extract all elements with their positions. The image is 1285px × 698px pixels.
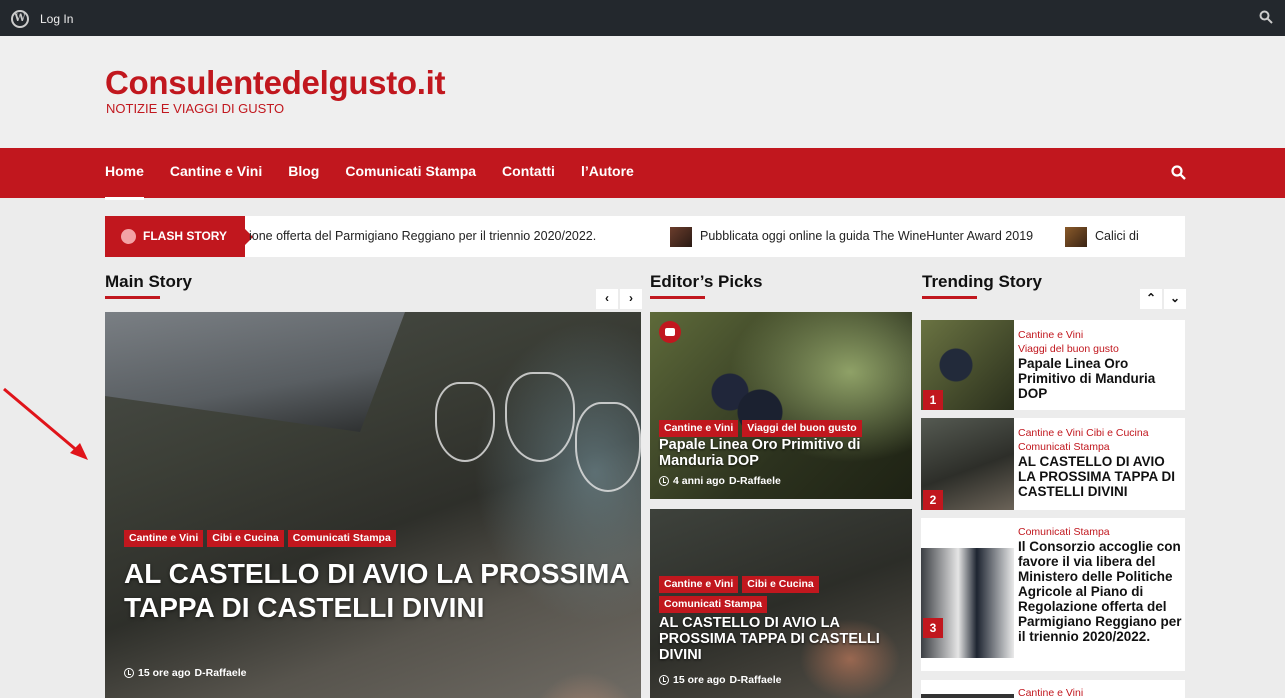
site-tagline: NOTIZIE E VIAGGI DI GUSTO bbox=[106, 101, 285, 116]
pick-title[interactable]: AL CASTELLO DI AVIO LA PROSSIMA TAPPA DI… bbox=[659, 615, 909, 663]
trending-title[interactable]: Papale Linea Oro Primitivo di Manduria D… bbox=[1018, 356, 1183, 401]
category-tag[interactable]: Comunicati Stampa bbox=[287, 530, 396, 547]
trending-thumbnail bbox=[921, 548, 1014, 658]
wine-glass-shape bbox=[505, 372, 575, 462]
clock-icon bbox=[659, 675, 669, 685]
trending-item[interactable]: Cantine e Vini bbox=[921, 680, 1185, 698]
main-story-arrows: ‹ › bbox=[594, 289, 642, 309]
ticker-item[interactable]: Calici di bbox=[1065, 216, 1139, 257]
clock-icon bbox=[124, 668, 134, 678]
chevron-up-icon[interactable]: ⌃ bbox=[1140, 289, 1162, 309]
category-tag[interactable]: Cantine e Vini bbox=[124, 530, 204, 547]
category-tag[interactable]: Cantine e Vini bbox=[659, 576, 739, 593]
main-story-title[interactable]: AL CASTELLO DI AVIO LA PROSSIMA TAPPA DI… bbox=[124, 557, 634, 625]
search-icon[interactable] bbox=[1171, 165, 1186, 185]
ticker-thumbnail bbox=[670, 226, 692, 247]
main-story-card[interactable]: Cantine e Vini Cibi e Cucina Comunicati … bbox=[105, 312, 641, 698]
login-link[interactable]: Log In bbox=[40, 12, 73, 26]
site-title[interactable]: Consulentedelgusto.it bbox=[105, 64, 446, 102]
wine-glass-shape bbox=[575, 402, 641, 492]
category-link[interactable]: Viaggi del buon gusto bbox=[1018, 342, 1183, 356]
category-link[interactable]: Cantine e Vini bbox=[1018, 686, 1183, 698]
story-tags: Cantine e Vini Cibi e Cucina Comunicati … bbox=[659, 576, 909, 616]
story-meta: 15 ore ago D-Raffaele bbox=[124, 667, 246, 679]
search-icon[interactable] bbox=[1259, 10, 1273, 29]
flash-story-ticker: FLASH STORY ione offerta del Parmigiano … bbox=[105, 216, 1185, 257]
trending-rank: 2 bbox=[923, 490, 943, 510]
nav-item-autore[interactable]: l’Autore bbox=[581, 148, 634, 198]
category-link[interactable]: Cibi e Cucina bbox=[1086, 427, 1148, 439]
category-link[interactable]: Comunicati Stampa bbox=[1018, 525, 1183, 539]
category-link[interactable]: Comunicati Stampa bbox=[1018, 440, 1183, 454]
author-link[interactable]: D-Raffaele bbox=[729, 475, 781, 487]
trending-text: Cantine e Vini Viaggi del buon gusto Pap… bbox=[1018, 328, 1183, 401]
ticker-item[interactable]: ione offerta del Parmigiano Reggiano per… bbox=[249, 216, 596, 257]
flash-dot-icon bbox=[121, 229, 136, 244]
section-title-editors-picks: Editor’s Picks bbox=[650, 272, 763, 291]
trending-rank: 3 bbox=[923, 618, 943, 638]
camera-icon bbox=[659, 321, 681, 343]
wine-glass-shape bbox=[435, 382, 495, 462]
editors-pick-card[interactable]: Cantine e Vini Viaggi del buon gusto Pap… bbox=[650, 312, 912, 499]
category-tag[interactable]: Comunicati Stampa bbox=[659, 596, 768, 613]
annotation-arrow-icon bbox=[3, 387, 88, 460]
author-link[interactable]: D-Raffaele bbox=[195, 667, 247, 679]
wordpress-icon[interactable]: W bbox=[11, 10, 29, 28]
category-tag[interactable]: Cibi e Cucina bbox=[207, 530, 284, 547]
story-image bbox=[105, 312, 405, 432]
trending-thumbnail bbox=[921, 694, 1014, 698]
category-tag[interactable]: Viaggi del buon gusto bbox=[742, 420, 862, 437]
trending-rank: 1 bbox=[923, 390, 943, 410]
flash-story-label: FLASH STORY bbox=[105, 216, 253, 257]
story-tags: Cantine e Vini Cibi e Cucina Comunicati … bbox=[124, 530, 400, 550]
nav-item-comunicati-stampa[interactable]: Comunicati Stampa bbox=[345, 148, 476, 198]
section-title-trending-story: Trending Story bbox=[922, 272, 1042, 291]
category-link[interactable]: Cantine e Vini bbox=[1018, 328, 1183, 342]
section-title-main-story: Main Story bbox=[105, 272, 192, 291]
site-header: Consulentedelgusto.it NOTIZIE E VIAGGI D… bbox=[0, 36, 1285, 148]
section-underline bbox=[650, 296, 705, 299]
trending-text: Comunicati Stampa Il Consorzio accoglie … bbox=[1018, 525, 1183, 644]
category-tag[interactable]: Cantine e Vini bbox=[659, 420, 739, 437]
trending-title[interactable]: AL CASTELLO DI AVIO LA PROSSIMA TAPPA DI… bbox=[1018, 454, 1183, 499]
section-underline bbox=[922, 296, 977, 299]
chevron-right-icon[interactable]: › bbox=[620, 289, 642, 309]
nav-item-contatti[interactable]: Contatti bbox=[502, 148, 555, 198]
editors-pick-card[interactable]: Cantine e Vini Cibi e Cucina Comunicati … bbox=[650, 509, 912, 698]
trending-item[interactable]: 1 Cantine e Vini Viaggi del buon gusto P… bbox=[921, 320, 1185, 410]
nav-item-blog[interactable]: Blog bbox=[288, 148, 319, 198]
trending-item[interactable]: 2 Cantine e Vini Cibi e Cucina Comunicat… bbox=[921, 418, 1185, 510]
ticker-item[interactable]: Pubblicata oggi online la guida The Wine… bbox=[670, 216, 1033, 257]
chevron-left-icon[interactable]: ‹ bbox=[596, 289, 618, 309]
main-nav: Home Cantine e Vini Blog Comunicati Stam… bbox=[0, 148, 1285, 200]
chevron-down-icon[interactable]: ⌄ bbox=[1164, 289, 1186, 309]
trending-title[interactable]: Il Consorzio accoglie con favore il via … bbox=[1018, 539, 1183, 644]
trending-text: Cantine e Vini bbox=[1018, 686, 1183, 698]
clock-icon bbox=[659, 476, 669, 486]
story-meta: 15 ore ago D-Raffaele bbox=[659, 674, 781, 686]
story-meta: 4 anni ago D-Raffaele bbox=[659, 475, 781, 487]
category-link[interactable]: Cantine e Vini bbox=[1018, 427, 1083, 439]
nav-item-home[interactable]: Home bbox=[105, 148, 144, 200]
trending-item[interactable]: 3 Comunicati Stampa Il Consorzio accogli… bbox=[921, 518, 1185, 671]
admin-bar: W Log In bbox=[0, 0, 1285, 36]
ticker-thumbnail bbox=[1065, 226, 1087, 247]
nav-item-cantine-e-vini[interactable]: Cantine e Vini bbox=[170, 148, 262, 198]
pick-title[interactable]: Papale Linea Oro Primitivo di Manduria D… bbox=[659, 437, 909, 469]
category-tag[interactable]: Cibi e Cucina bbox=[742, 576, 819, 593]
section-underline bbox=[105, 296, 160, 299]
trending-arrows: ⌃ ⌄ bbox=[1138, 289, 1186, 309]
author-link[interactable]: D-Raffaele bbox=[730, 674, 782, 686]
trending-text: Cantine e Vini Cibi e Cucina Comunicati … bbox=[1018, 426, 1183, 499]
